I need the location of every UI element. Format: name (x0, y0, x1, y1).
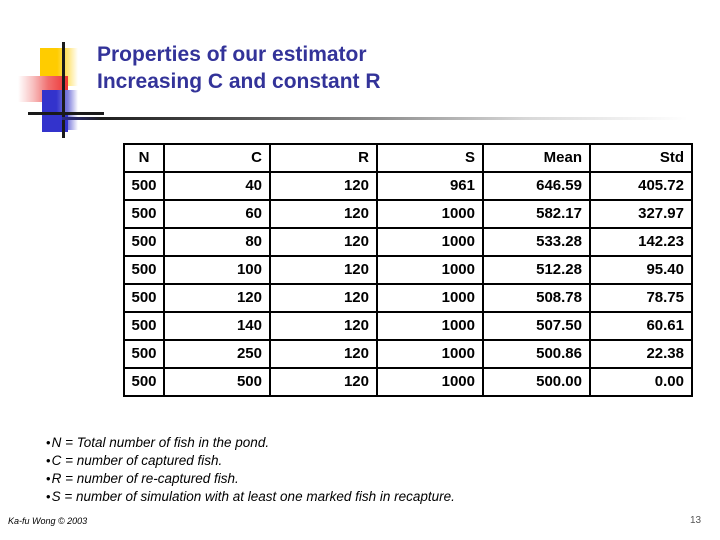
table-cell: 512.28 (482, 255, 591, 285)
table-cell: 120 (269, 171, 378, 201)
table-row: 500 120 120 1000 508.78 78.75 (123, 283, 693, 313)
table-header-cell: R (269, 143, 378, 173)
slide-title-line-1: Properties of our estimator (97, 43, 367, 66)
table-cell: 100 (163, 255, 271, 285)
table-row: 500 80 120 1000 533.28 142.23 (123, 227, 693, 257)
table-cell: 120 (269, 367, 378, 397)
table-header-cell: Std (589, 143, 693, 173)
table-cell: 500 (123, 339, 165, 369)
table-cell: 500 (123, 227, 165, 257)
legend-notes: •N = Total number of fish in the pond. •… (46, 434, 686, 506)
list-item-label: R = number of re-captured fish. (51, 471, 239, 486)
table-cell: 533.28 (482, 227, 591, 257)
table-cell: 507.50 (482, 311, 591, 341)
table-row: 500 40 120 961 646.59 405.72 (123, 171, 693, 201)
table-header-row: N C R S Mean Std (123, 143, 693, 173)
table-cell: 40 (163, 171, 271, 201)
slide-title-line-2: Increasing C and constant R (97, 70, 381, 93)
table-cell: 500.00 (482, 367, 591, 397)
stats-table-body: N C R S Mean Std 500 40 120 961 646.59 4… (123, 143, 693, 397)
list-item-label: N = Total number of fish in the pond. (51, 435, 270, 450)
table-cell: 508.78 (482, 283, 591, 313)
table-cell: 961 (376, 171, 484, 201)
table-row: 500 250 120 1000 500.86 22.38 (123, 339, 693, 369)
list-item-label: C = number of captured fish. (51, 453, 223, 468)
table-cell: 120 (269, 311, 378, 341)
table-cell: 1000 (376, 283, 484, 313)
table-cell: 1000 (376, 339, 484, 369)
horizontal-rule-icon (28, 112, 104, 115)
table-cell: 140 (163, 311, 271, 341)
table-cell: 250 (163, 339, 271, 369)
list-item-label: S = number of simulation with at least o… (51, 489, 455, 504)
footer-credit: Ka-fu Wong © 2003 (8, 516, 88, 526)
table-cell: 1000 (376, 199, 484, 229)
table-header-cell: C (163, 143, 271, 173)
table-row: 500 60 120 1000 582.17 327.97 (123, 199, 693, 229)
table-cell: 500 (123, 311, 165, 341)
table-cell: 0.00 (589, 367, 693, 397)
table-cell: 500 (123, 171, 165, 201)
table-cell: 120 (269, 227, 378, 257)
table-cell: 78.75 (589, 283, 693, 313)
slide-page-number: 13 (690, 515, 702, 526)
table-cell: 120 (269, 283, 378, 313)
table-cell: 500 (123, 199, 165, 229)
slide-title: Properties of our estimator Increasing C… (97, 41, 697, 95)
list-item: •C = number of captured fish. (46, 452, 686, 470)
table-cell: 500 (123, 367, 165, 397)
table-cell: 405.72 (589, 171, 693, 201)
table-cell: 120 (269, 255, 378, 285)
table-cell: 1000 (376, 311, 484, 341)
list-item: •R = number of re-captured fish. (46, 470, 686, 488)
list-item: •S = number of simulation with at least … (46, 488, 686, 506)
slide-decoration-logo (18, 42, 104, 138)
table-row: 500 140 120 1000 507.50 60.61 (123, 311, 693, 341)
table-row: 500 500 120 1000 500.00 0.00 (123, 367, 693, 397)
table-cell: 95.40 (589, 255, 693, 285)
table-cell: 500.86 (482, 339, 591, 369)
table-cell: 142.23 (589, 227, 693, 257)
table-cell: 500 (163, 367, 271, 397)
list-item: •N = Total number of fish in the pond. (46, 434, 686, 452)
table-cell: 80 (163, 227, 271, 257)
table-cell: 120 (269, 339, 378, 369)
table-cell: 1000 (376, 227, 484, 257)
table-cell: 120 (269, 199, 378, 229)
stats-table-container: N C R S Mean Std 500 40 120 961 646.59 4… (123, 143, 693, 397)
table-header-cell: Mean (482, 143, 591, 173)
table-cell: 500 (123, 283, 165, 313)
table-cell: 120 (163, 283, 271, 313)
table-header-cell: N (123, 143, 165, 173)
table-cell: 60.61 (589, 311, 693, 341)
table-row: 500 100 120 1000 512.28 95.40 (123, 255, 693, 285)
table-cell: 22.38 (589, 339, 693, 369)
title-divider (62, 117, 707, 120)
table-cell: 582.17 (482, 199, 591, 229)
table-cell: 1000 (376, 367, 484, 397)
table-cell: 646.59 (482, 171, 591, 201)
table-cell: 1000 (376, 255, 484, 285)
table-header-cell: S (376, 143, 484, 173)
table-cell: 327.97 (589, 199, 693, 229)
stats-table: N C R S Mean Std 500 40 120 961 646.59 4… (123, 143, 693, 397)
table-cell: 500 (123, 255, 165, 285)
table-cell: 60 (163, 199, 271, 229)
